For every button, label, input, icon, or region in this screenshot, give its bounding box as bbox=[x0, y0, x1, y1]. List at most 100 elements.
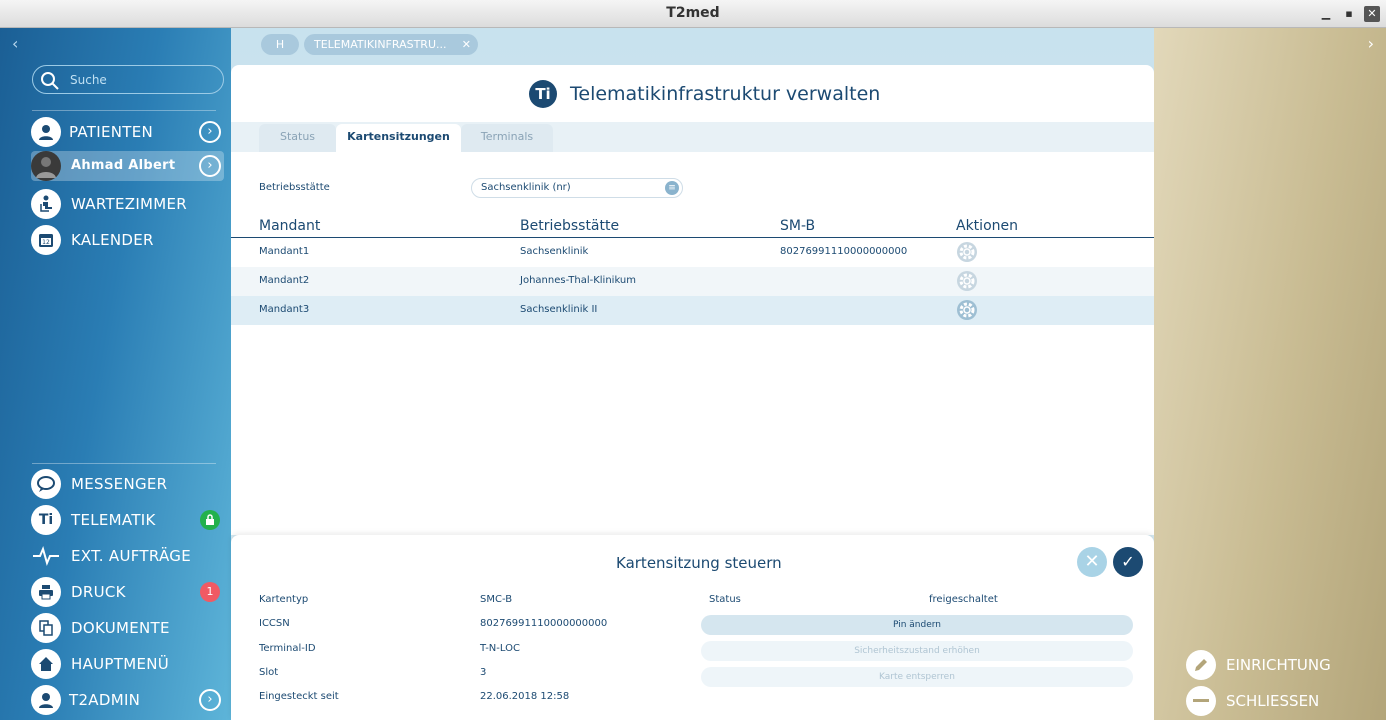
table-row-selected[interactable]: Mandant3 Sachsenklinik II bbox=[231, 296, 1154, 325]
collapse-right-icon[interactable]: › bbox=[1368, 34, 1374, 53]
session-title: Kartensitzung steuern bbox=[616, 554, 782, 572]
collapse-left-icon[interactable]: ‹ bbox=[12, 34, 18, 53]
waiting-room-icon bbox=[31, 189, 61, 219]
documents-icon bbox=[31, 613, 61, 643]
tab-kartensitzungen[interactable]: Kartensitzungen bbox=[336, 124, 461, 154]
menu-icon[interactable]: ≡ bbox=[665, 181, 679, 195]
column-header: Betriebsstätte bbox=[520, 218, 620, 234]
chat-icon bbox=[31, 469, 61, 499]
cell-betriebsstaette: Johannes-Thal-Klinikum bbox=[520, 275, 637, 286]
sidebar-item-dokumente[interactable]: DOKUMENTE bbox=[31, 613, 224, 643]
sidebar-item-label: T2ADMIN bbox=[69, 691, 141, 709]
printer-icon bbox=[31, 577, 61, 607]
betriebsstaette-select[interactable]: Sachsenklinik (nr) ≡ bbox=[471, 178, 683, 198]
sidebar-item-label: WARTEZIMMER bbox=[71, 195, 188, 213]
minimize-icon[interactable]: ▁ bbox=[1317, 6, 1335, 22]
field-label: Eingesteckt seit bbox=[259, 691, 339, 702]
search-icon bbox=[41, 72, 59, 90]
sidebar-item-hauptmenue[interactable]: HAUPTMENÜ bbox=[31, 649, 224, 679]
sidebar-item-label: DRUCK bbox=[71, 583, 126, 601]
tab-bar: Status Kartensitzungen Terminals bbox=[231, 122, 1154, 154]
raise-security-button[interactable]: Sicherheitszustand erhöhen bbox=[701, 641, 1133, 661]
table-row[interactable]: Mandant1 Sachsenklinik 80276991110000000… bbox=[231, 238, 1154, 267]
field-label: Kartentyp bbox=[259, 594, 309, 605]
home-icon bbox=[31, 649, 61, 679]
cell-mandant: Mandant1 bbox=[259, 246, 310, 257]
field-label: Slot bbox=[259, 667, 279, 678]
maximize-icon[interactable]: ▪ bbox=[1340, 6, 1358, 22]
lock-icon bbox=[200, 510, 220, 530]
cancel-button[interactable]: ✕ bbox=[1077, 547, 1107, 577]
admin-person-icon bbox=[31, 685, 61, 715]
cell-mandant: Mandant2 bbox=[259, 275, 310, 286]
sidebar-item-ext-auftraege[interactable]: EXT. AUFTRÄGE bbox=[31, 541, 224, 571]
tab-terminals[interactable]: Terminals bbox=[461, 124, 553, 154]
field-value: 80276991110000000000 bbox=[480, 618, 608, 629]
chevron-right-icon[interactable]: › bbox=[199, 155, 221, 177]
session-panel: Kartensitzung steuern ✕ ✓ Kartentyp SMC-… bbox=[231, 535, 1154, 720]
cell-smb: 80276991110000000000 bbox=[780, 246, 908, 257]
sidebar-item-patienten[interactable]: PATIENTEN › bbox=[31, 117, 224, 147]
unlock-card-button[interactable]: Karte entsperren bbox=[701, 667, 1133, 687]
sidebar-item-telematik[interactable]: Ti TELEMATIK bbox=[31, 505, 224, 535]
person-icon bbox=[31, 117, 61, 147]
right-panel: › EINRICHTUNG SCHLIESSEN bbox=[1154, 28, 1386, 720]
title-bar: T2med ▁ ▪ ✕ bbox=[0, 0, 1386, 28]
chevron-right-icon[interactable]: › bbox=[199, 121, 221, 143]
tab-status[interactable]: Status bbox=[259, 124, 336, 154]
sidebar-item-label: Ahmad Albert bbox=[71, 158, 176, 173]
select-value: Sachsenklinik (nr) bbox=[481, 182, 571, 193]
avatar bbox=[31, 151, 61, 181]
sidebar-item-label: MESSENGER bbox=[71, 475, 168, 493]
search-input[interactable]: Suche bbox=[32, 65, 224, 94]
gear-icon[interactable] bbox=[956, 299, 978, 321]
sidebar-item-wartezimmer[interactable]: WARTEZIMMER bbox=[31, 189, 224, 219]
sidebar-item-messenger[interactable]: MESSENGER bbox=[31, 469, 224, 499]
print-count-badge: 1 bbox=[200, 582, 220, 602]
window-title: T2med bbox=[666, 5, 720, 21]
close-window-button[interactable]: ✕ bbox=[1364, 6, 1380, 22]
sidebar-item-label: TELEMATIK bbox=[71, 511, 156, 529]
sidebar-item-label: HAUPTMENÜ bbox=[71, 655, 170, 673]
field-label: ICCSN bbox=[259, 618, 290, 629]
gear-icon[interactable] bbox=[956, 241, 978, 263]
field-value: 22.06.2018 12:58 bbox=[480, 691, 570, 702]
sidebar-item-t2admin[interactable]: T2ADMIN › bbox=[31, 685, 224, 715]
cell-betriebsstaette: Sachsenklinik II bbox=[520, 304, 598, 315]
pencil-icon bbox=[1186, 650, 1216, 680]
sidebar-item-label: DOKUMENTE bbox=[71, 619, 170, 637]
field-value: T-N-LOC bbox=[480, 643, 520, 654]
sidebar-item-kalender[interactable]: 12 KALENDER bbox=[31, 225, 224, 255]
close-tab-icon[interactable]: ✕ bbox=[462, 34, 471, 55]
main-area: H TELEMATIKINFRASTRU... ✕ Ti Telematikin… bbox=[231, 28, 1154, 720]
sidebar-item-current-patient[interactable]: Ahmad Albert › bbox=[31, 151, 224, 181]
calendar-icon: 12 bbox=[31, 225, 61, 255]
column-header: Mandant bbox=[259, 218, 321, 234]
column-header: SM-B bbox=[780, 218, 816, 234]
table-row[interactable]: Mandant2 Johannes-Thal-Klinikum bbox=[231, 267, 1154, 296]
ti-panel: Ti Telematikinfrastruktur verwalten Stat… bbox=[231, 65, 1154, 535]
gear-icon[interactable] bbox=[956, 270, 978, 292]
sidebar-item-druck[interactable]: DRUCK 1 bbox=[31, 577, 224, 607]
einrichtung-button[interactable]: EINRICHTUNG bbox=[1186, 650, 1376, 680]
cell-mandant: Mandant3 bbox=[259, 304, 310, 315]
breadcrumb-home[interactable]: H bbox=[261, 34, 299, 55]
status-label: Status bbox=[709, 594, 741, 605]
minus-icon bbox=[1186, 686, 1216, 716]
filter-label: Betriebsstätte bbox=[259, 182, 330, 193]
search-placeholder: Suche bbox=[70, 73, 107, 87]
schliessen-button[interactable]: SCHLIESSEN bbox=[1186, 686, 1376, 716]
ti-logo: Ti bbox=[529, 80, 557, 108]
sidebar-item-label: KALENDER bbox=[71, 231, 154, 249]
page-title: Telematikinfrastruktur verwalten bbox=[570, 83, 881, 105]
sidebar-item-label: PATIENTEN bbox=[69, 123, 154, 141]
svg-text:12: 12 bbox=[42, 239, 50, 246]
pin-change-button[interactable]: Pin ändern bbox=[701, 615, 1133, 635]
confirm-button[interactable]: ✓ bbox=[1113, 547, 1143, 577]
breadcrumb-telematik[interactable]: TELEMATIKINFRASTRU... ✕ bbox=[304, 34, 478, 55]
field-value: SMC-B bbox=[480, 594, 513, 605]
field-value: 3 bbox=[480, 667, 487, 678]
field-label: Terminal-ID bbox=[259, 643, 316, 654]
chevron-right-icon[interactable]: › bbox=[199, 689, 221, 711]
cell-betriebsstaette: Sachsenklinik bbox=[520, 246, 589, 257]
